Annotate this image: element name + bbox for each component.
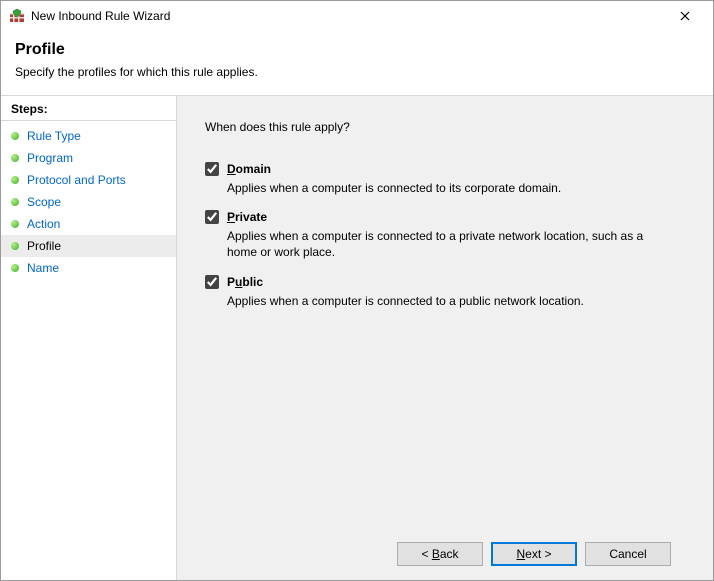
private-description: Applies when a computer is connected to … <box>227 228 667 260</box>
domain-description: Applies when a computer is connected to … <box>227 180 667 196</box>
private-checkbox[interactable] <box>205 210 219 224</box>
step-link[interactable]: Protocol and Ports <box>27 173 126 187</box>
bullet-icon <box>11 220 19 228</box>
profile-option-public: Public Applies when a computer is connect… <box>205 275 685 309</box>
option-row: Domain <box>205 162 685 176</box>
content-pane: When does this rule apply? Domain Applies… <box>177 96 713 580</box>
header: Profile Specify the profiles for which t… <box>1 31 713 96</box>
steps-list: Rule Type Program Protocol and Ports Scope A… <box>1 125 176 279</box>
page-subtitle: Specify the profiles for which this rule… <box>15 65 699 79</box>
option-row: Public <box>205 275 685 289</box>
bullet-icon <box>11 242 19 250</box>
domain-checkbox[interactable] <box>205 162 219 176</box>
step-action[interactable]: Action <box>1 213 176 235</box>
next-button[interactable]: Next > <box>491 542 577 566</box>
step-link[interactable]: Action <box>27 217 60 231</box>
bullet-icon <box>11 264 19 272</box>
public-description: Applies when a computer is connected to … <box>227 293 667 309</box>
wizard-window: New Inbound Rule Wizard Profile Specify … <box>0 0 714 581</box>
bullet-icon <box>11 198 19 206</box>
step-name[interactable]: Name <box>1 257 176 279</box>
bullet-icon <box>11 176 19 184</box>
close-button[interactable] <box>665 8 705 24</box>
profile-option-domain: Domain Applies when a computer is connect… <box>205 162 685 196</box>
footer-buttons: < Back Next > Cancel <box>205 528 685 580</box>
page-title: Profile <box>15 41 699 59</box>
step-profile: Profile <box>1 235 176 257</box>
step-link[interactable]: Program <box>27 151 73 165</box>
step-link[interactable]: Scope <box>27 195 61 209</box>
step-protocol-and-ports[interactable]: Protocol and Ports <box>1 169 176 191</box>
prompt-text: When does this rule apply? <box>205 120 685 134</box>
public-label[interactable]: Public <box>227 275 263 289</box>
window-title: New Inbound Rule Wizard <box>31 9 665 23</box>
step-rule-type[interactable]: Rule Type <box>1 125 176 147</box>
steps-sidebar: Steps: Rule Type Program Protocol and Port… <box>1 96 177 580</box>
profile-option-private: Private Applies when a computer is connec… <box>205 210 685 260</box>
back-button[interactable]: < Back <box>397 542 483 566</box>
step-scope[interactable]: Scope <box>1 191 176 213</box>
profile-options: Domain Applies when a computer is connect… <box>205 162 685 323</box>
bullet-icon <box>11 154 19 162</box>
step-program[interactable]: Program <box>1 147 176 169</box>
cancel-button[interactable]: Cancel <box>585 542 671 566</box>
firewall-icon <box>9 8 25 24</box>
private-label[interactable]: Private <box>227 210 267 224</box>
steps-heading: Steps: <box>1 96 176 121</box>
step-label: Profile <box>27 239 61 253</box>
body: Steps: Rule Type Program Protocol and Port… <box>1 96 713 580</box>
step-link[interactable]: Rule Type <box>27 129 81 143</box>
step-link[interactable]: Name <box>27 261 59 275</box>
domain-label[interactable]: Domain <box>227 162 271 176</box>
public-checkbox[interactable] <box>205 275 219 289</box>
titlebar: New Inbound Rule Wizard <box>1 1 713 31</box>
option-row: Private <box>205 210 685 224</box>
bullet-icon <box>11 132 19 140</box>
